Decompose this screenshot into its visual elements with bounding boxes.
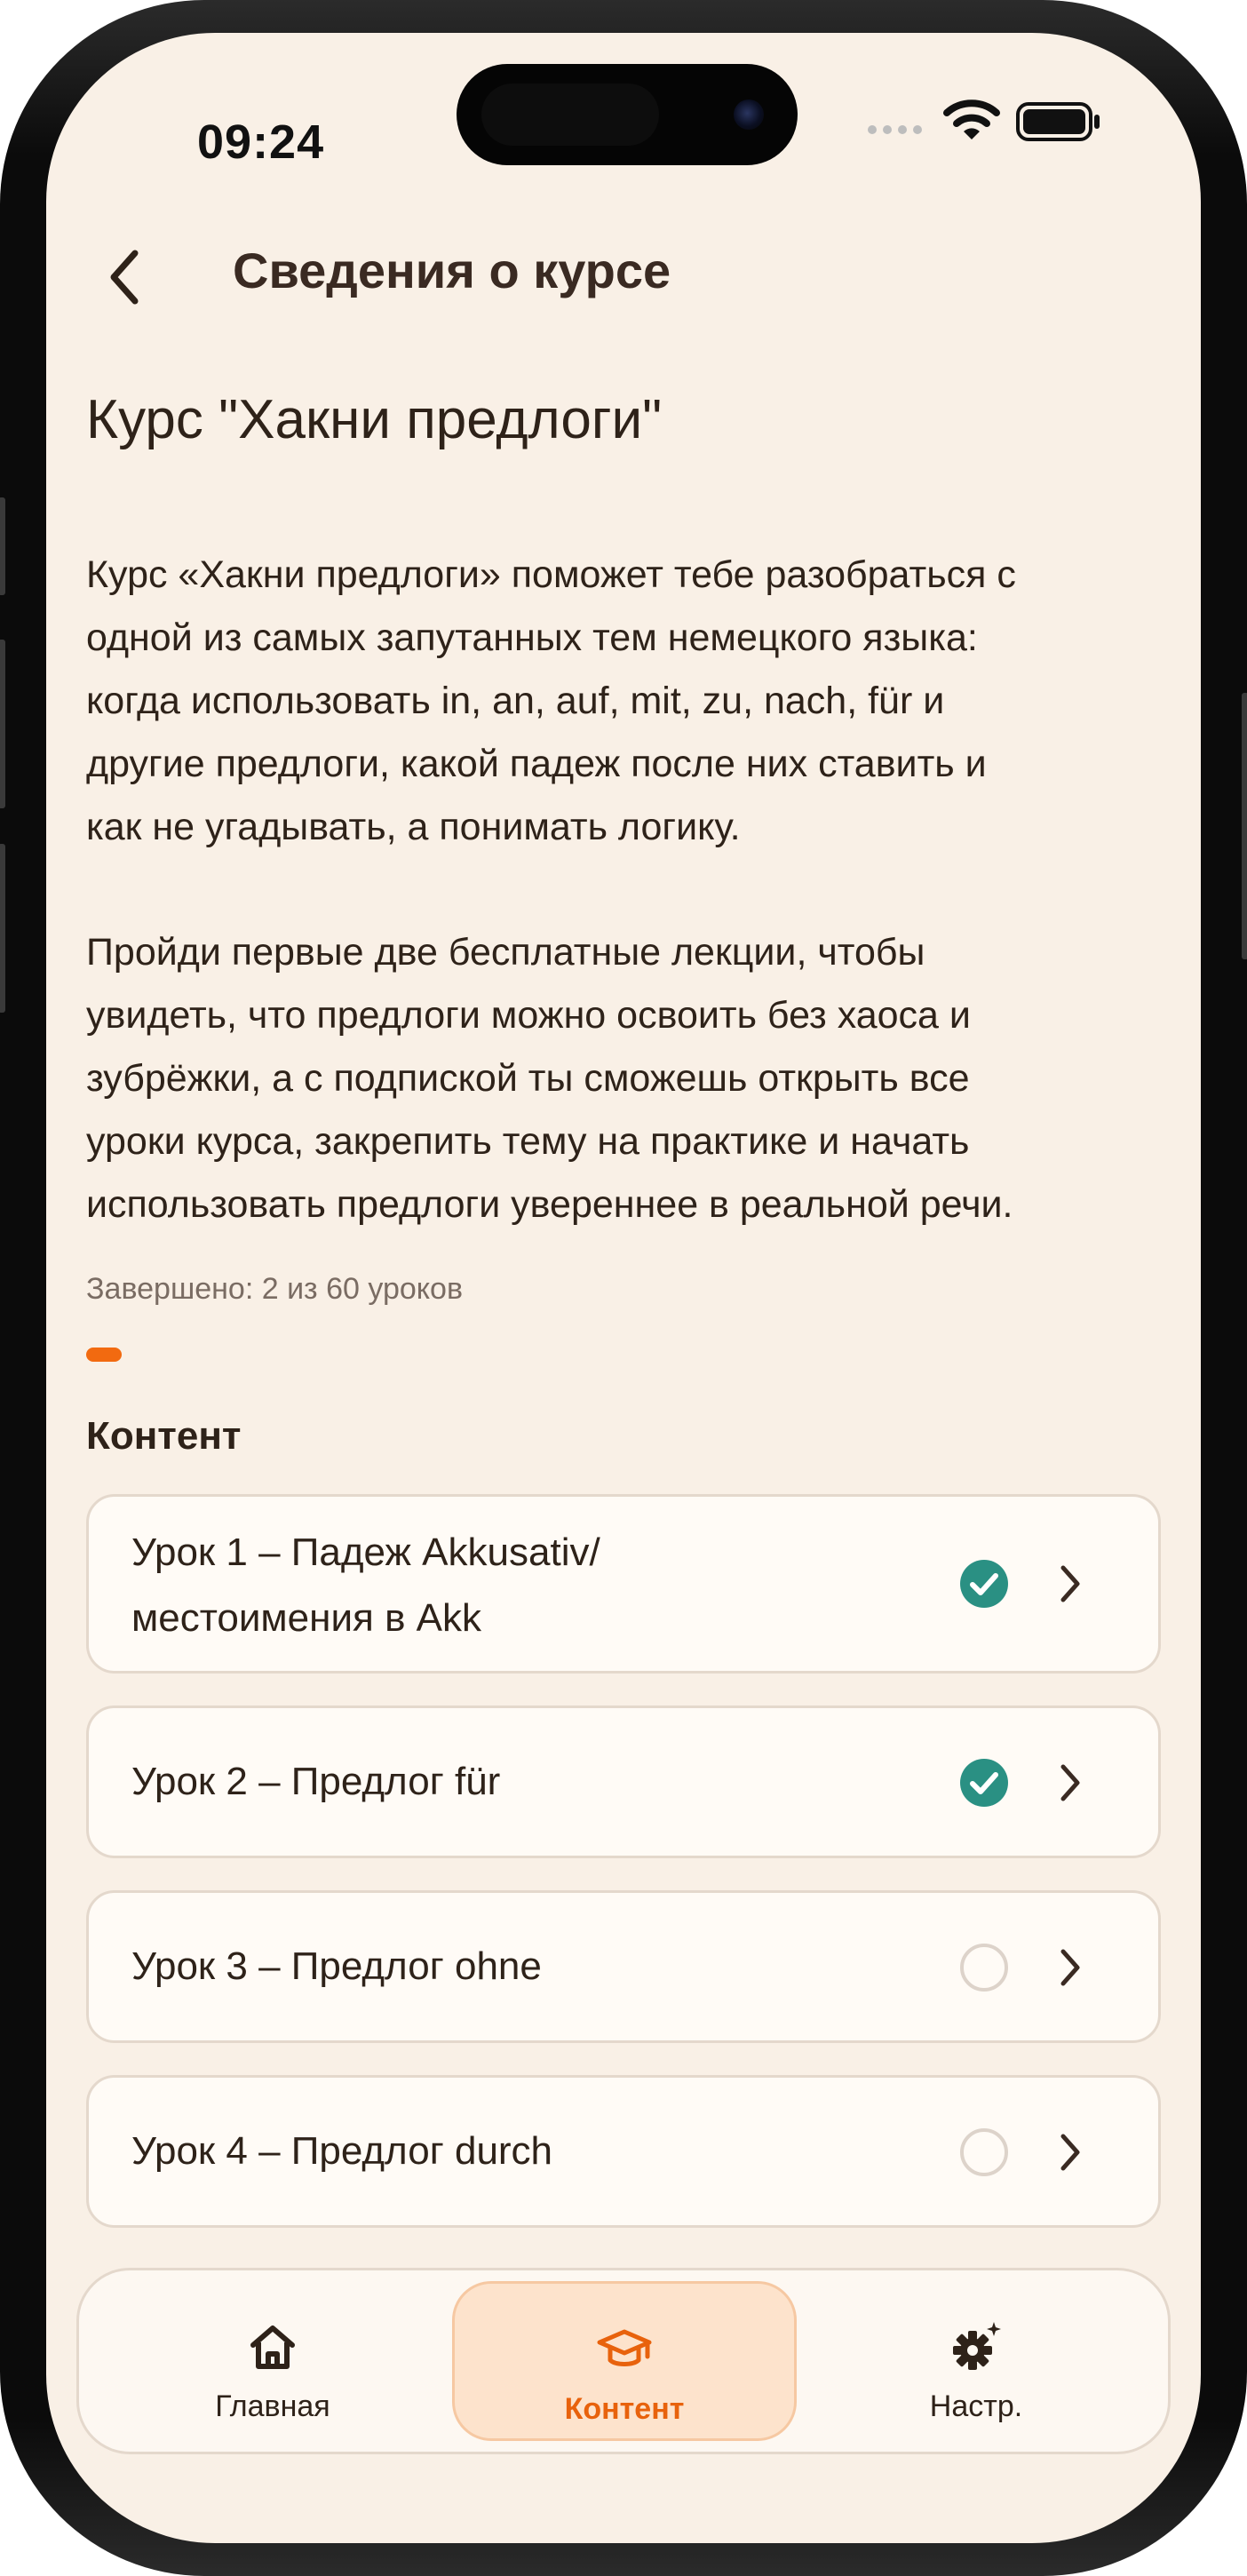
camera-icon [734,99,764,130]
section-title-content: Контент [86,1414,242,1458]
chevron-right-icon [1060,1764,1080,1801]
progress-label: Завершено: 2 из 60 уроков [86,1272,464,1306]
lesson-card-4[interactable]: Урок 4 – Предлог durch [86,2075,1161,2228]
page-title: Сведения о курсе [233,242,671,298]
tab-label: Настр. [929,2389,1023,2423]
tab-settings[interactable]: Настр. [804,2281,1148,2441]
description-line: другие предлоги, какой падеж после них с… [86,743,987,785]
side-button [0,497,5,595]
course-title: Курс "Хакни предлоги" [86,389,663,450]
gear-sparkle-icon [953,2322,1001,2370]
lesson-title: Урок 3 – Предлог ohne [131,1944,542,1988]
tab-home[interactable]: Главная [100,2281,445,2441]
course-description-2: Пройди первые две бесплатные лекции, что… [86,921,1179,1236]
lesson-title: Урок 2 – Предлог für [131,1760,501,1803]
home-icon [250,2326,295,2369]
progress-bar [86,1348,1161,1362]
graduation-cap-icon [597,2329,652,2366]
cellular-signal-icon [868,125,922,134]
island-sensor [481,83,659,146]
description-line: как не угадывать, а понимать логику. [86,806,741,848]
lesson-title: Урок 4 – Предлог durch [131,2129,553,2173]
description-line: когда использовать in, an, auf, mit, zu,… [86,680,945,722]
chevron-right-icon [1060,1949,1080,1986]
empty-circle-icon [960,1944,1008,1992]
lesson-title-line: местоимения в Akk [131,1596,482,1640]
check-circle-icon [960,1560,1008,1608]
check-circle-icon [960,1759,1008,1807]
phone-frame: 09:24 Сведения о курсе Курс "Хакни предл… [0,0,1247,2576]
description-line: увидеть, что предлоги можно освоить без … [86,994,971,1037]
description-line: уроки курса, закрепить тему на практике … [86,1120,970,1163]
lesson-title: Урок 1 – Падеж Akkusativ/ местоимения в … [131,1520,895,1651]
lesson-title-line: Урок 1 – Падеж Akkusativ/ [131,1530,600,1574]
back-chevron-icon[interactable] [98,237,151,317]
tab-label: Контент [564,2392,685,2426]
battery-icon [1016,102,1100,141]
dynamic-island [457,64,798,165]
course-description-1: Курс «Хакни предлоги» поможет тебе разоб… [86,544,1179,859]
lesson-card-1[interactable]: Урок 1 – Падеж Akkusativ/ местоимения в … [86,1494,1161,1674]
description-line: Курс «Хакни предлоги» поможет тебе разоб… [86,553,1016,596]
screen: 09:24 Сведения о курсе Курс "Хакни предл… [46,33,1201,2543]
chevron-right-icon [1060,2134,1080,2171]
description-line: одной из самых запутанных тем немецкого … [86,616,978,659]
volume-down-button [0,844,5,1013]
tab-bar: Главная Контент Настр. [76,2268,1171,2454]
empty-circle-icon [960,2128,1008,2176]
tab-label: Главная [215,2389,330,2423]
power-button [1242,693,1247,959]
lesson-card-3[interactable]: Урок 3 – Предлог ohne [86,1890,1161,2043]
wifi-icon [943,99,1000,139]
progress-fill [86,1348,123,1362]
description-line: зубрёжки, а с подпиской ты сможешь откры… [86,1057,970,1100]
volume-up-button [0,640,5,808]
description-line: Пройди первые две бесплатные лекции, что… [86,931,925,974]
status-time: 09:24 [197,115,325,169]
chevron-right-icon [1060,1565,1080,1602]
lesson-card-2[interactable]: Урок 2 – Предлог für [86,1705,1161,1858]
tab-content[interactable]: Контент [452,2281,797,2441]
description-line: использовать предлоги увереннее в реальн… [86,1183,1013,1226]
